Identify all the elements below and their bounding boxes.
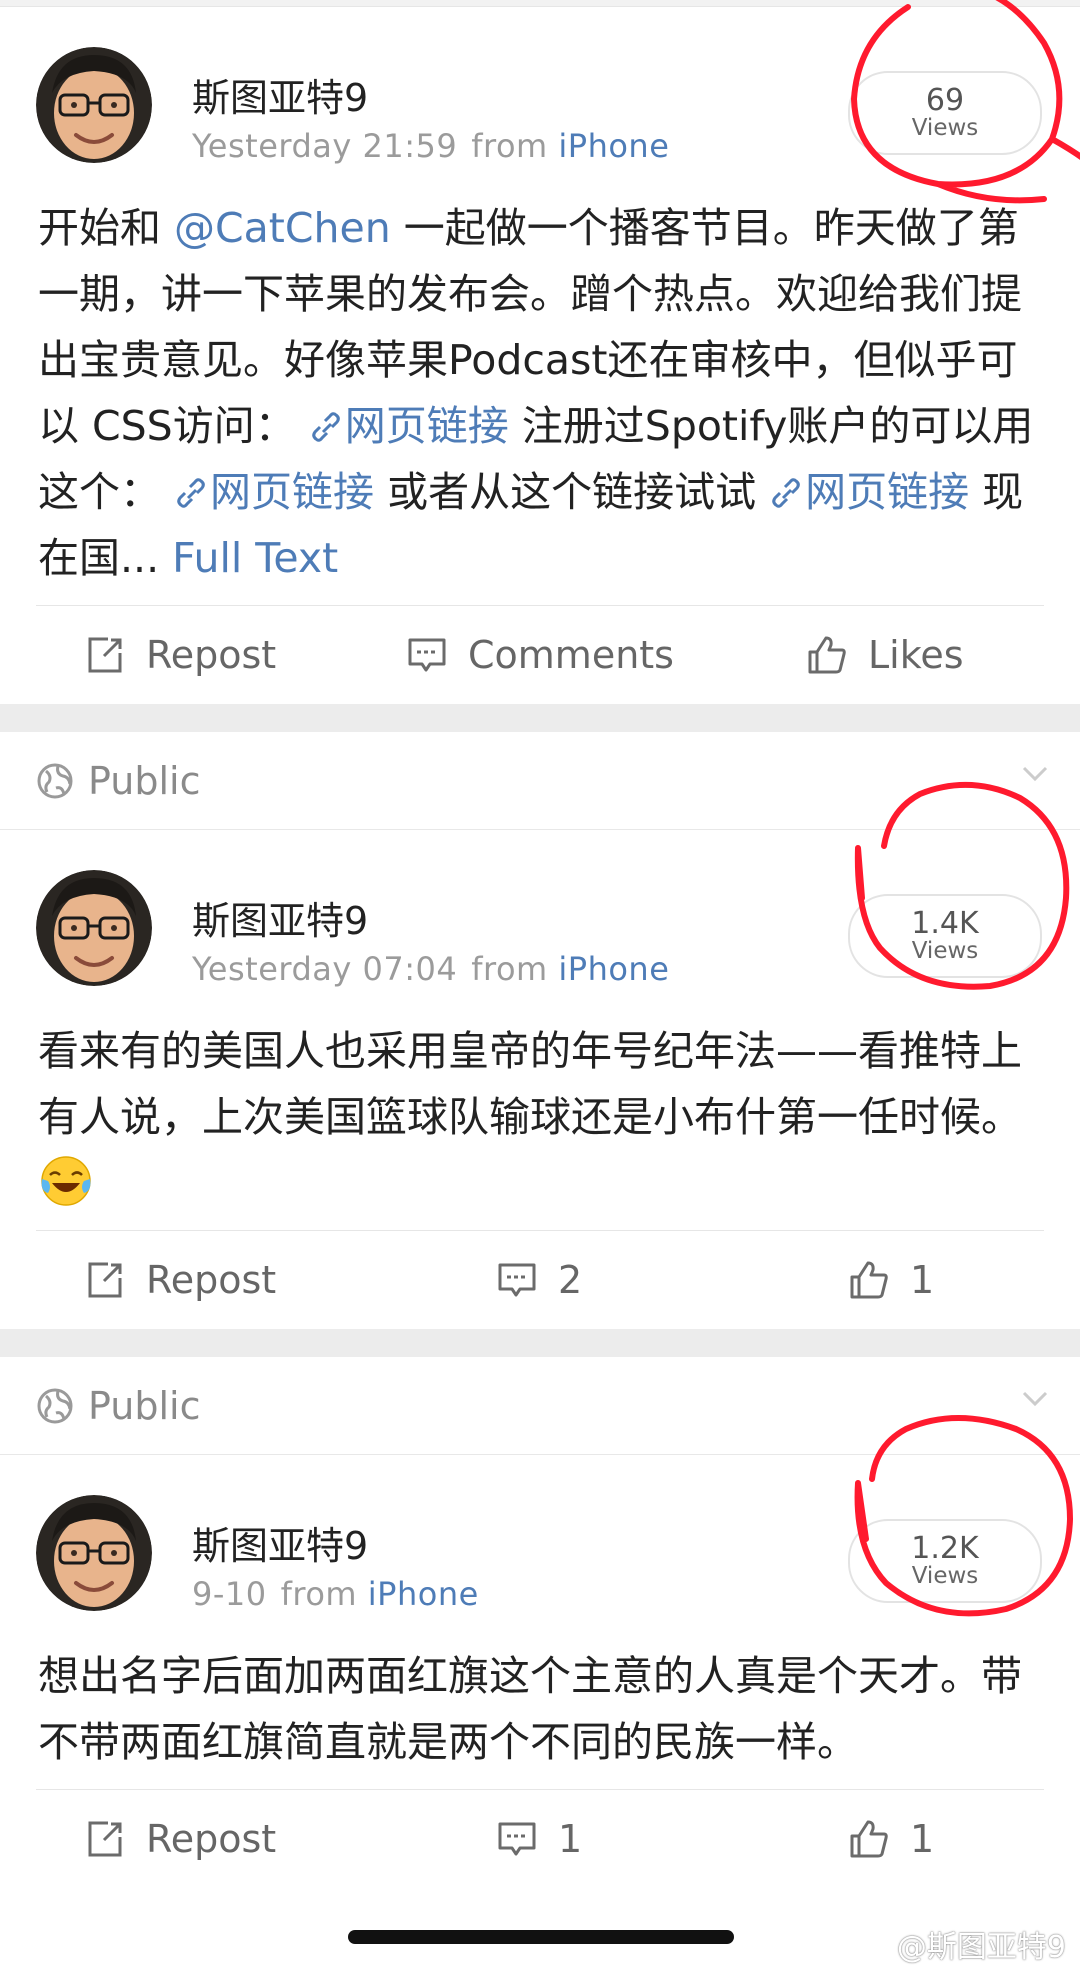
home-indicator[interactable] [348,1930,734,1944]
post-time: Yesterday 07:04 [192,950,458,988]
likes-count: 1 [910,1258,935,1302]
likes-label: Likes [868,633,964,677]
comments-button[interactable]: 2 [496,1231,582,1329]
comment-icon [406,634,448,676]
watermark: @斯图亚特9 [851,1922,1066,1966]
repost-label: Repost [146,633,277,677]
post-meta: Yesterday 21:59 from iPhone [192,127,669,165]
author-name[interactable]: 斯图亚特9 [192,890,368,945]
post-header: 斯图亚特9 Yesterday 21:59 from iPhone 69 View… [0,0,1080,204]
comments-button[interactable]: 1 [496,1790,582,1888]
weibo-logo-icon [851,1929,889,1960]
views-badge[interactable]: 1.2K Views [848,1519,1042,1603]
views-badge[interactable]: 69 Views [848,71,1042,155]
like-icon [848,1818,890,1860]
web-link[interactable]: 网页链接 [345,402,509,450]
visibility-label: Public [88,1383,201,1428]
post-card: Public 斯图亚特9 9-10 from iPhone 1.2K Views … [0,1357,1080,1888]
visibility-bar: Public [0,732,1080,830]
mention-link[interactable]: @CatChen [174,204,391,252]
from-label: from [471,127,548,165]
visibility-label: Public [88,758,201,803]
repost-icon [84,634,126,676]
post-header: 斯图亚特9 Yesterday 07:04 from iPhone 1.4K Vi… [0,781,1080,990]
watermark-text: @斯图亚特9 [896,1930,1066,1965]
link-icon [769,476,803,510]
repost-button[interactable]: Repost [84,606,276,704]
author-name[interactable]: 斯图亚特9 [192,67,368,122]
repost-label: Repost [146,1817,277,1861]
views-label: Views [911,938,979,965]
views-count: 1.4K [911,905,979,941]
post-card: 斯图亚特9 Yesterday 21:59 from iPhone 69 View… [0,0,1080,704]
comment-icon [496,1259,538,1301]
web-link[interactable]: 网页链接 [210,468,374,516]
comments-count: 2 [558,1258,583,1302]
post-text: 开始和 @CatChen 一起做一个播客节目。昨天做了第一期，讲一下苹果的发布会… [0,167,1080,605]
post-text: 想出名字后面加两面红旗这个主意的人真是个天才。带不带两面红旗简直就是两个不同的民… [0,1615,1080,1789]
globe-icon [36,1387,74,1425]
link-icon [174,476,208,510]
like-button[interactable]: 1 [848,1231,934,1329]
like-button[interactable]: 1 [848,1790,934,1888]
repost-button[interactable]: Repost [84,1790,276,1888]
likes-count: 1 [910,1817,935,1861]
avatar[interactable] [36,870,152,986]
post-meta: 9-10 from iPhone [192,1575,479,1613]
author-name[interactable]: 斯图亚特9 [192,1515,368,1570]
post-time: Yesterday 21:59 [192,127,458,165]
like-button[interactable]: Likes [806,606,964,704]
card-separator [0,1329,1080,1357]
repost-label: Repost [146,1258,277,1302]
like-icon [806,634,848,676]
post-source[interactable]: iPhone [558,950,669,988]
views-badge[interactable]: 1.4K Views [848,894,1042,978]
action-bar: Repost 2 1 [0,1231,1080,1329]
post-text-segment: 或者从这个链接试试 [374,468,770,516]
post-text-segment: 开始和 [38,204,175,252]
globe-icon [36,762,74,800]
comments-button[interactable]: Comments [406,606,674,704]
full-text-link[interactable]: Full Text [172,534,338,582]
visibility-bar: Public [0,1357,1080,1455]
post-meta: Yesterday 07:04 from iPhone [192,950,669,988]
from-label: from [471,950,548,988]
card-separator [0,704,1080,732]
comment-icon [496,1818,538,1860]
like-icon [848,1259,890,1301]
post-card: Public 斯图亚特9 Yesterday 07:04 from iPhone … [0,732,1080,1329]
action-bar: Repost Comments Likes [0,606,1080,704]
post-text-segment: 看来有的美国人也采用皇帝的年号纪年法——看推特上有人说，上次美国篮球队输球还是小… [38,1027,1022,1141]
laughing-tears-emoji [41,1156,91,1206]
repost-button[interactable]: Repost [84,1231,276,1329]
repost-icon [84,1259,126,1301]
post-time: 9-10 [192,1575,267,1613]
web-link[interactable]: 网页链接 [805,468,969,516]
comments-label: Comments [468,633,674,677]
avatar[interactable] [36,1495,152,1611]
post-source[interactable]: iPhone [368,1575,479,1613]
post-source[interactable]: iPhone [558,127,669,165]
chevron-down-icon[interactable] [1020,758,1050,788]
top-strip [0,0,1080,7]
from-label: from [280,1575,358,1613]
repost-icon [84,1818,126,1860]
views-count: 69 [925,82,965,118]
link-icon [309,410,343,444]
avatar[interactable] [36,47,152,163]
comments-count: 1 [558,1817,583,1861]
views-label: Views [911,1563,979,1590]
action-bar: Repost 1 1 [0,1790,1080,1888]
views-label: Views [911,115,979,142]
views-count: 1.2K [911,1530,979,1566]
post-header: 斯图亚特9 9-10 from iPhone 1.2K Views [0,1415,1080,1617]
post-text-segment: 想出名字后面加两面红旗这个主意的人真是个天才。带不带两面红旗简直就是两个不同的民… [38,1652,1022,1766]
post-text: 看来有的美国人也采用皇帝的年号纪年法——看推特上有人说，上次美国篮球队输球还是小… [0,990,1080,1230]
chevron-down-icon[interactable] [1020,1383,1050,1413]
